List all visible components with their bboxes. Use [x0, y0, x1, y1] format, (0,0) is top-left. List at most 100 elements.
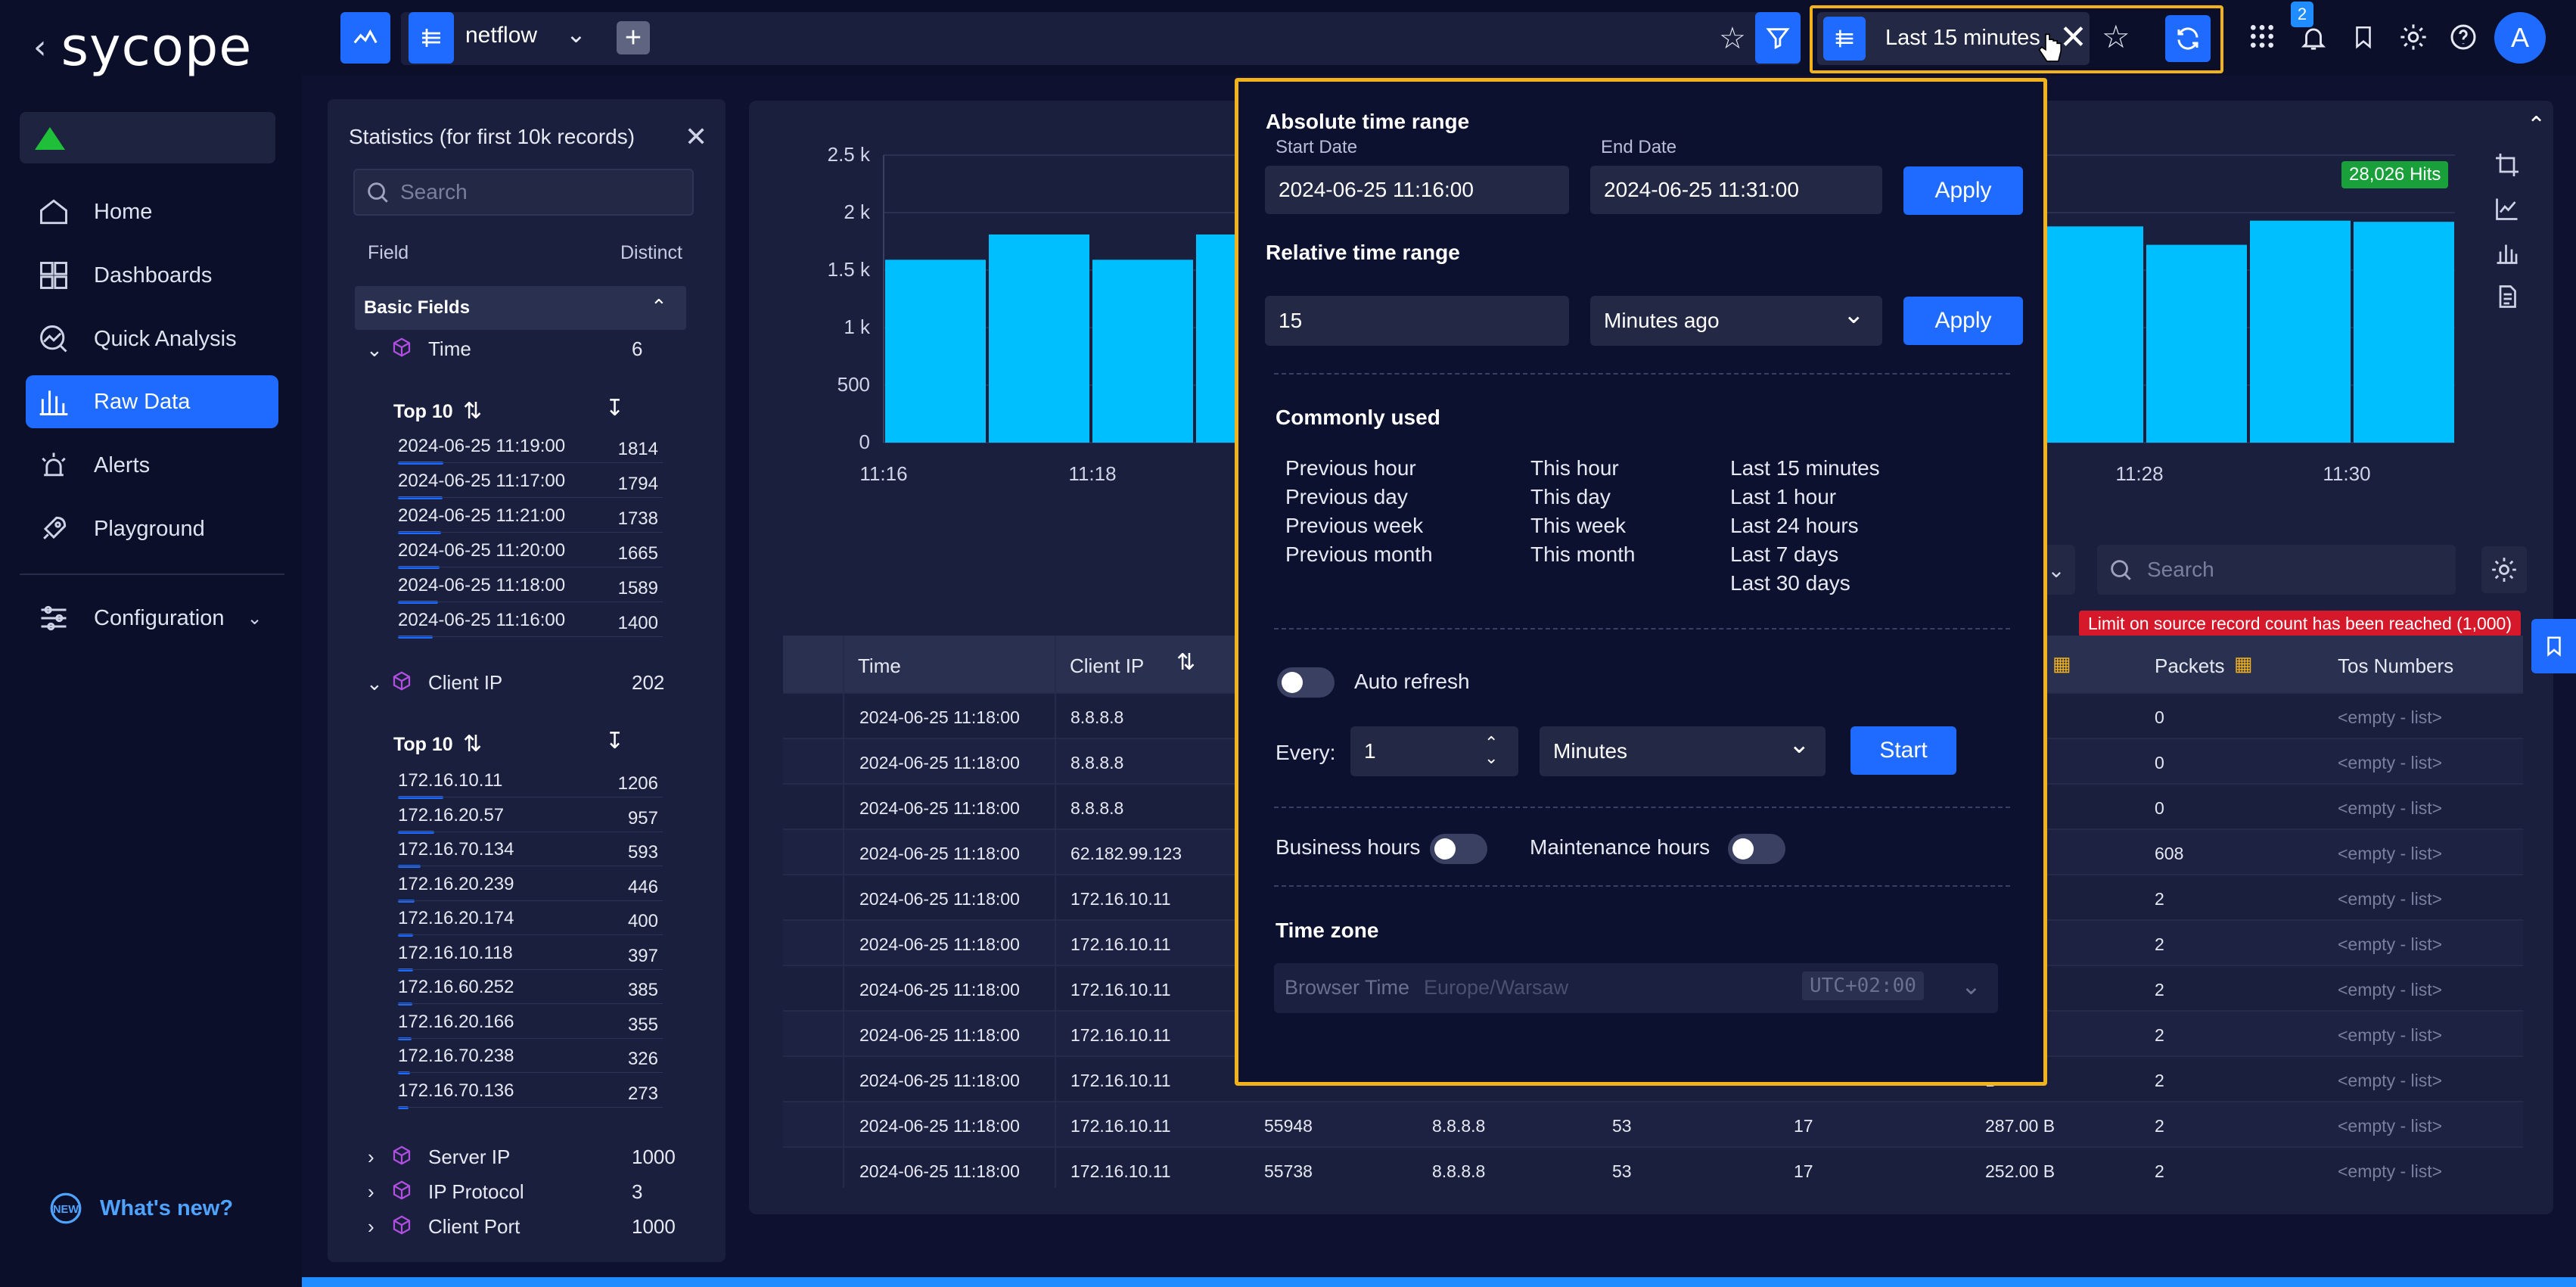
quick-range-option[interactable]: Last 24 hours: [1730, 514, 1859, 538]
stepper-arrows-icon[interactable]: ⌃ ⌄: [1484, 735, 1498, 766]
value-label[interactable]: 172.16.20.174: [398, 908, 514, 929]
start-auto-refresh-button[interactable]: Start: [1850, 726, 1956, 775]
favorite-star-icon[interactable]: ☆: [1719, 21, 1746, 56]
value-label[interactable]: 2024-06-25 11:20:00: [398, 540, 565, 561]
line-chart-icon[interactable]: [2494, 195, 2521, 222]
collapse-chart-icon[interactable]: ⌃: [2527, 112, 2546, 138]
sidebar-item-configuration[interactable]: Configuration ⌄: [26, 592, 283, 645]
value-label[interactable]: 172.16.70.136: [398, 1080, 514, 1102]
sidebar-item-dashboards[interactable]: Dashboards: [26, 249, 278, 302]
value-label[interactable]: 172.16.10.118: [398, 943, 513, 964]
basic-fields-section[interactable]: Basic Fields: [355, 286, 686, 330]
settings-gear-icon[interactable]: [2397, 20, 2430, 54]
back-chevron-icon[interactable]: ‹: [33, 28, 48, 67]
header-time[interactable]: Time: [858, 654, 901, 678]
help-icon[interactable]: [2447, 20, 2480, 54]
close-statistics-icon[interactable]: ✕: [685, 121, 707, 153]
expand-chevron-icon[interactable]: ⌄: [366, 672, 383, 695]
value-label[interactable]: 2024-06-25 11:19:00: [398, 436, 565, 457]
quick-range-option[interactable]: Last 15 minutes: [1730, 456, 1880, 480]
table-search-input[interactable]: Search: [2097, 545, 2456, 595]
sort-toggle-icon[interactable]: ⇅: [463, 398, 482, 424]
sidebar-item-raw-data[interactable]: Raw Data: [26, 375, 278, 428]
apply-relative-button[interactable]: Apply: [1903, 297, 2023, 345]
clear-time-icon[interactable]: ✕: [2059, 18, 2087, 57]
sidebar-item-quick-analysis[interactable]: Quick Analysis: [26, 312, 278, 365]
field-label[interactable]: IP Protocol: [428, 1180, 524, 1204]
relative-unit-select[interactable]: Minutes ago: [1590, 296, 1882, 346]
crop-icon[interactable]: [2494, 151, 2521, 179]
header-tos-numbers[interactable]: Tos Numbers: [2338, 654, 2453, 678]
quick-range-option[interactable]: Last 1 hour: [1730, 485, 1836, 509]
field-time[interactable]: Time: [428, 337, 471, 361]
source-name[interactable]: netflow: [465, 23, 537, 48]
value-label[interactable]: 2024-06-25 11:18:00: [398, 575, 565, 596]
header-packets[interactable]: Packets: [2155, 654, 2225, 678]
whats-new-link[interactable]: NEW What's new?: [47, 1189, 233, 1227]
expand-chevron-icon[interactable]: ›: [368, 1215, 374, 1239]
user-avatar[interactable]: A: [2494, 12, 2546, 64]
sort-desc-icon[interactable]: ↧: [605, 395, 624, 421]
quick-range-option[interactable]: This hour: [1530, 456, 1619, 480]
field-client-ip[interactable]: Client IP: [428, 671, 502, 695]
sidebar-item-playground[interactable]: Playground: [26, 502, 278, 555]
source-chevron-down-icon[interactable]: ⌄: [566, 20, 586, 48]
header-client-ip[interactable]: Client IP: [1070, 654, 1144, 678]
quick-range-option[interactable]: Previous day: [1285, 485, 1408, 509]
auto-refresh-toggle[interactable]: [1277, 667, 1335, 698]
expand-chevron-icon[interactable]: ›: [368, 1146, 374, 1169]
quick-range-option[interactable]: Previous month: [1285, 542, 1433, 567]
refresh-button[interactable]: [2165, 15, 2211, 62]
sort-desc-icon[interactable]: ↧: [605, 728, 624, 754]
maintenance-hours-toggle[interactable]: [1728, 834, 1785, 864]
apply-absolute-button[interactable]: Apply: [1903, 166, 2023, 215]
expand-chevron-icon[interactable]: ⌄: [366, 338, 383, 362]
expand-chevron-icon[interactable]: ›: [368, 1180, 374, 1204]
quick-range-option[interactable]: This day: [1530, 485, 1611, 509]
every-unit-select[interactable]: Minutes: [1540, 726, 1826, 776]
filter-button[interactable]: [1755, 12, 1801, 64]
sidebar-item-home[interactable]: Home: [26, 185, 278, 238]
value-label[interactable]: 172.16.20.239: [398, 874, 514, 895]
time-range-icon-button[interactable]: [1823, 17, 1866, 61]
field-label[interactable]: Client Port: [428, 1215, 520, 1239]
quick-range-option[interactable]: This week: [1530, 514, 1626, 538]
start-date-input[interactable]: 2024-06-25 11:16:00: [1265, 166, 1569, 214]
bar-chart-icon[interactable]: [2494, 239, 2521, 266]
sort-icon[interactable]: ⇅: [1176, 649, 1195, 676]
end-date-input[interactable]: 2024-06-25 11:31:00: [1590, 166, 1882, 214]
quick-range-option[interactable]: Last 7 days: [1730, 542, 1838, 567]
chart-mode-button[interactable]: [340, 12, 390, 64]
apps-grid-icon[interactable]: [2245, 20, 2279, 53]
status-indicator[interactable]: [20, 112, 275, 163]
query-field[interactable]: [401, 12, 1801, 65]
source-selector-icon-button[interactable]: [409, 12, 454, 64]
value-label[interactable]: 2024-06-25 11:16:00: [398, 610, 565, 631]
statistics-search-input[interactable]: Search: [353, 169, 694, 216]
value-label[interactable]: 172.16.10.11: [398, 770, 502, 791]
time-range-label[interactable]: Last 15 minutes: [1885, 26, 2040, 51]
chevron-up-icon[interactable]: ⌃: [651, 295, 667, 319]
value-label[interactable]: 172.16.20.166: [398, 1012, 514, 1033]
value-label[interactable]: 172.16.60.252: [398, 977, 514, 998]
field-label[interactable]: Server IP: [428, 1146, 510, 1169]
quick-range-option[interactable]: This month: [1530, 542, 1636, 567]
value-label[interactable]: 172.16.70.238: [398, 1046, 514, 1067]
value-label[interactable]: 2024-06-25 11:17:00: [398, 471, 565, 492]
table-row[interactable]: 2024-06-25 11:18:00 172.16.10.11 55738 8.8.…: [783, 1146, 2523, 1192]
value-label[interactable]: 172.16.20.57: [398, 805, 504, 826]
value-label[interactable]: 172.16.70.134: [398, 839, 514, 860]
table-row[interactable]: 2024-06-25 11:18:00 172.16.10.11 55948 8.8.…: [783, 1101, 2523, 1146]
bookmark-icon[interactable]: [2348, 20, 2379, 54]
quick-range-option[interactable]: Previous hour: [1285, 456, 1416, 480]
time-favorite-star-icon[interactable]: ☆: [2102, 18, 2130, 55]
bookmark-side-tab-icon[interactable]: [2531, 619, 2576, 673]
relative-value-input[interactable]: 15: [1265, 296, 1569, 346]
sidebar-item-alerts[interactable]: Alerts: [26, 439, 278, 492]
add-icon[interactable]: +: [617, 21, 650, 54]
brand-logo[interactable]: ‹ sycope: [33, 16, 252, 78]
table-settings-gear-icon[interactable]: [2481, 546, 2527, 593]
business-hours-toggle[interactable]: [1430, 834, 1487, 864]
quick-range-option[interactable]: Previous week: [1285, 514, 1423, 538]
value-label[interactable]: 2024-06-25 11:21:00: [398, 505, 565, 527]
